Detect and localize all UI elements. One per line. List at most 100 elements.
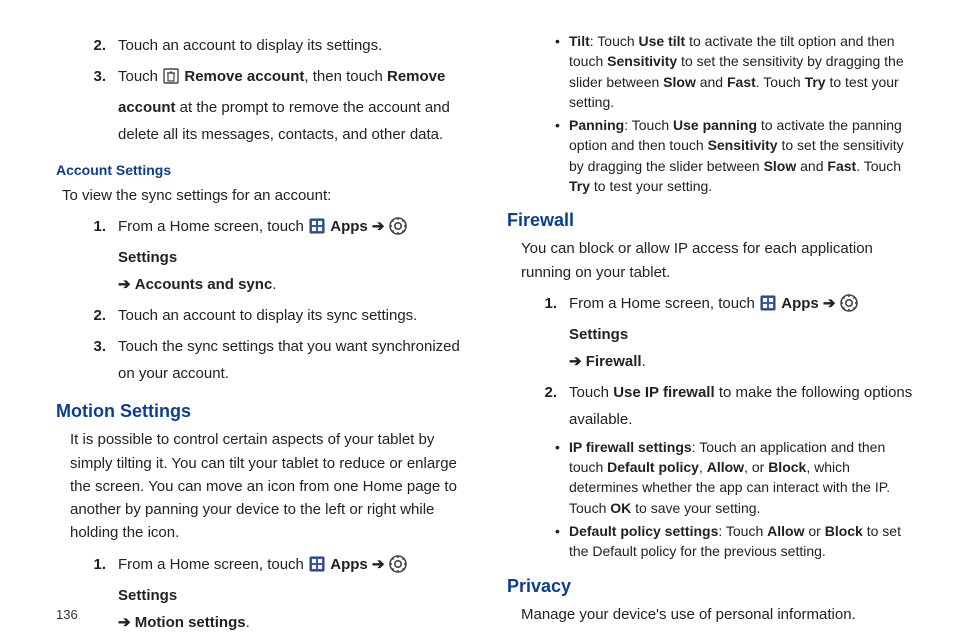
list-number: 3.	[80, 333, 118, 387]
list-body: Touch an account to display its settings…	[118, 32, 463, 59]
arrow-icon: ➔	[569, 353, 582, 370]
list-number: 2.	[80, 302, 118, 329]
text: . Touch	[756, 74, 805, 90]
bold-text: Fast	[827, 158, 856, 174]
left-column: 2. Touch an account to display its setti…	[56, 28, 463, 636]
bold-text: Settings	[118, 249, 177, 266]
bold-text: Default policy	[607, 459, 699, 475]
bold-text: Block	[825, 523, 863, 539]
list-number: 2.	[531, 379, 569, 433]
bold-text: Try	[805, 74, 826, 90]
text: .	[246, 614, 250, 631]
list-body: Touch Use IP firewall to make the follow…	[569, 379, 914, 433]
text: to test your setting.	[590, 178, 712, 194]
heading-motion-settings: Motion Settings	[56, 401, 463, 422]
list-body: Touch an account to display its sync set…	[118, 302, 463, 329]
bold-text: Slow	[663, 74, 696, 90]
text: Touch	[118, 68, 158, 85]
text: or	[804, 523, 824, 539]
bullet-dot: •	[555, 437, 569, 518]
arrow-icon: ➔	[372, 218, 385, 235]
bold-text: Allow	[767, 523, 804, 539]
list-number: 3.	[80, 63, 118, 148]
text: and	[796, 158, 827, 174]
heading-privacy: Privacy	[507, 576, 914, 597]
text: : Touch	[590, 33, 639, 49]
list-body: From a Home screen, touch Apps ➔ Setting…	[569, 290, 914, 375]
arrow-icon: ➔	[823, 295, 836, 312]
list-item: 1. From a Home screen, touch Apps ➔ Sett…	[531, 290, 914, 375]
list-number: 1.	[80, 213, 118, 298]
text: , or	[744, 459, 768, 475]
paragraph: You can block or allow IP access for eac…	[521, 237, 914, 284]
text: From a Home screen, touch	[118, 556, 304, 573]
text: : Touch	[718, 523, 767, 539]
text: From a Home screen, touch	[118, 218, 304, 235]
bold-text: Motion settings	[135, 614, 246, 631]
paragraph: It is possible to control certain aspect…	[70, 428, 463, 544]
bold-text: Apps	[330, 556, 368, 573]
bullet-body: Tilt: Touch Use tilt to activate the til…	[569, 31, 914, 112]
page-number: 136	[56, 607, 78, 622]
text: and	[696, 74, 727, 90]
list-item: 2. Touch an account to display its setti…	[80, 32, 463, 59]
bold-text: Use IP firewall	[613, 384, 714, 401]
list-body: From a Home screen, touch Apps ➔ Setting…	[118, 551, 463, 636]
apps-icon	[759, 294, 777, 321]
bold-text: Apps	[781, 295, 819, 312]
bold-text: Fast	[727, 74, 756, 90]
list-number: 2.	[80, 32, 118, 59]
gear-icon	[389, 217, 407, 244]
bold-text: Accounts and sync	[135, 276, 273, 293]
bold-text: Panning	[569, 117, 624, 133]
bold-text: Default policy settings	[569, 523, 718, 539]
list-item: 1. From a Home screen, touch Apps ➔ Sett…	[80, 551, 463, 636]
bold-text: Sensitivity	[607, 53, 677, 69]
bold-text: Tilt	[569, 33, 590, 49]
bold-text: Remove account	[184, 68, 304, 85]
list-item: 1. From a Home screen, touch Apps ➔ Sett…	[80, 213, 463, 298]
paragraph: To view the sync settings for an account…	[62, 184, 463, 207]
text: ,	[699, 459, 707, 475]
bullet-item: • Tilt: Touch Use tilt to activate the t…	[555, 31, 914, 112]
bold-text: Settings	[569, 326, 628, 343]
text: .	[642, 353, 646, 370]
bullet-body: IP firewall settings: Touch an applicati…	[569, 437, 914, 518]
list-number: 1.	[531, 290, 569, 375]
bullet-dot: •	[555, 115, 569, 196]
bullet-body: Default policy settings: Touch Allow or …	[569, 521, 914, 562]
subheading-account-settings: Account Settings	[56, 162, 463, 178]
right-column: • Tilt: Touch Use tilt to activate the t…	[507, 28, 914, 636]
bold-text: Firewall	[586, 353, 642, 370]
bullet-body: Panning: Touch Use panning to activate t…	[569, 115, 914, 196]
apps-icon	[308, 217, 326, 244]
bullet-item: • Default policy settings: Touch Allow o…	[555, 521, 914, 562]
bold-text: Allow	[707, 459, 744, 475]
list-item: 2. Touch an account to display its sync …	[80, 302, 463, 329]
bold-text: IP firewall settings	[569, 439, 692, 455]
text: Touch	[569, 384, 613, 401]
text: . Touch	[856, 158, 901, 174]
list-number: 1.	[80, 551, 118, 636]
arrow-icon: ➔	[118, 614, 131, 631]
text: , then touch	[304, 68, 387, 85]
bullet-item: • IP firewall settings: Touch an applica…	[555, 437, 914, 518]
list-item: 2. Touch Use IP firewall to make the fol…	[531, 379, 914, 433]
bold-text: Try	[569, 178, 590, 194]
bold-text: Sensitivity	[708, 137, 778, 153]
bold-text: Use tilt	[639, 33, 686, 49]
list-body: Touch Remove account, then touch Remove …	[118, 63, 463, 148]
list-body: Touch the sync settings that you want sy…	[118, 333, 463, 387]
gear-icon	[389, 555, 407, 582]
bold-text: Use panning	[673, 117, 757, 133]
bold-text: Block	[768, 459, 806, 475]
bullet-dot: •	[555, 521, 569, 562]
bold-text: Slow	[764, 158, 797, 174]
bullet-item: • Panning: Touch Use panning to activate…	[555, 115, 914, 196]
bold-text: Settings	[118, 587, 177, 604]
heading-firewall: Firewall	[507, 210, 914, 231]
text: From a Home screen, touch	[569, 295, 755, 312]
apps-icon	[308, 555, 326, 582]
list-item: 3. Touch the sync settings that you want…	[80, 333, 463, 387]
text: .	[272, 276, 276, 293]
